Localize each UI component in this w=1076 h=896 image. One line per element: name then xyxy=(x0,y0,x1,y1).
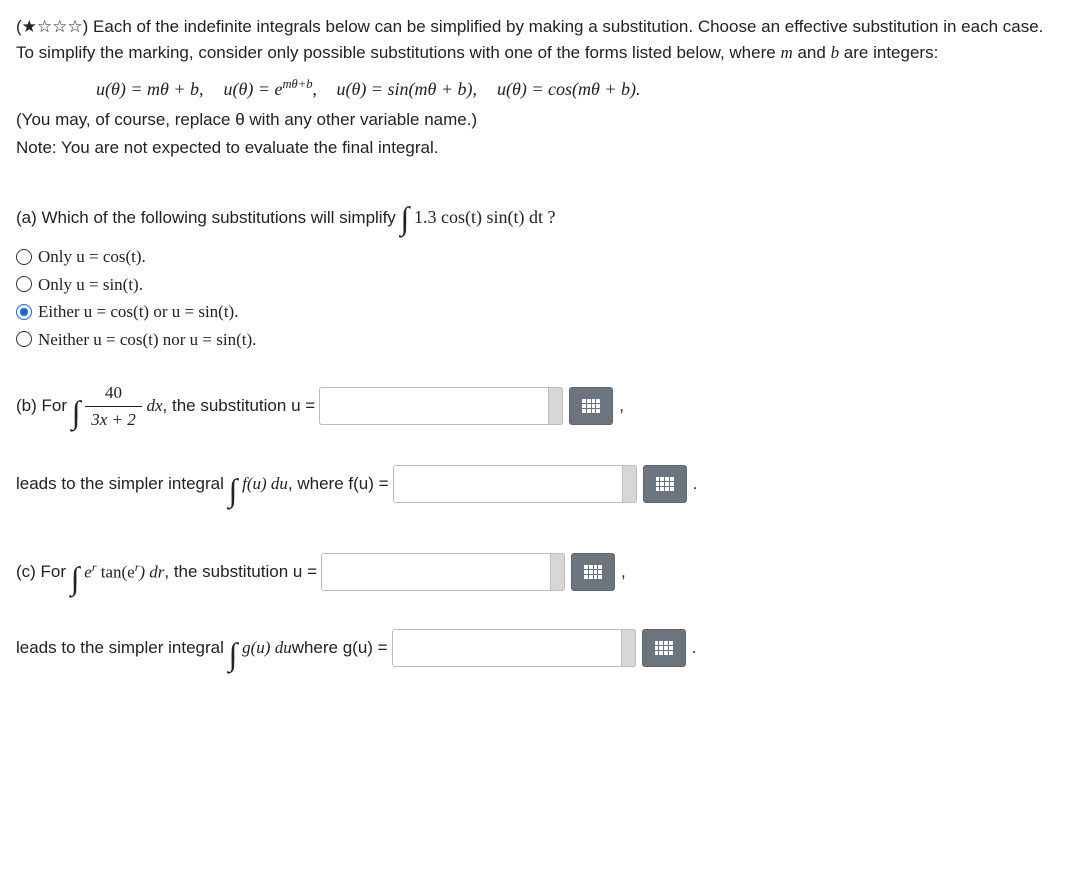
part-b-period: . xyxy=(693,471,698,497)
part-c-prefix: (c) For xyxy=(16,559,66,585)
keyboard-icon xyxy=(655,641,673,655)
input-resize-handle[interactable] xyxy=(622,629,636,667)
variable-replace-note: (You may, of course, replace θ with any … xyxy=(16,107,1060,133)
keyboard-button[interactable] xyxy=(642,629,686,667)
option-only-cos[interactable]: Only u = cos(t). xyxy=(16,244,1060,270)
keyboard-icon xyxy=(582,399,600,413)
radio-icon xyxy=(16,331,32,347)
part-a-question: (a) Which of the following substitutions… xyxy=(16,188,1060,236)
part-b-fu: f(u) du xyxy=(242,471,288,497)
part-b-fu-input[interactable] xyxy=(393,465,623,503)
part-b-substitution-row: (b) For ∫ 40 3x + 2 dx , the substitutio… xyxy=(16,380,1060,432)
part-a: (a) Which of the following substitutions… xyxy=(16,188,1060,352)
form-2-exp: mθ+b xyxy=(282,77,312,91)
keyboard-icon xyxy=(584,565,602,579)
input-resize-handle[interactable] xyxy=(623,465,637,503)
problem-intro: (★☆☆☆) Each of the indefinite integrals … xyxy=(16,14,1060,65)
part-b-u-input[interactable] xyxy=(319,387,549,425)
form-1: u(θ) = mθ + b, xyxy=(96,79,203,99)
part-c-integrand: er tan(er) dr xyxy=(84,559,164,585)
integral-sign-icon: ∫ xyxy=(401,200,410,236)
keyboard-button[interactable] xyxy=(569,387,613,425)
option-label: Only u = cos(t). xyxy=(38,244,146,270)
option-label: Neither u = cos(t) nor u = sin(t). xyxy=(38,327,256,353)
input-resize-handle[interactable] xyxy=(549,387,563,425)
fraction-denominator: 3x + 2 xyxy=(85,407,142,433)
part-c-tan: tan(e xyxy=(96,563,134,582)
form-4: u(θ) = cos(mθ + b). xyxy=(497,79,640,99)
difficulty-stars: (★☆☆☆) xyxy=(16,17,88,36)
part-c-gu-input-group xyxy=(392,629,686,667)
integral-sign-icon: ∫ xyxy=(229,630,238,678)
part-a-integrand: 1.3 cos(t) sin(t) dt ? xyxy=(414,207,555,227)
option-label: Only u = sin(t). xyxy=(38,272,143,298)
part-c-result-row: leads to the simpler integral ∫ g(u) du … xyxy=(16,624,1060,672)
part-b-where: , where f(u) = xyxy=(288,471,389,497)
intro-b: b xyxy=(831,43,840,62)
option-only-sin[interactable]: Only u = sin(t). xyxy=(16,272,1060,298)
part-b-u-input-group xyxy=(319,387,613,425)
keyboard-button[interactable] xyxy=(643,465,687,503)
part-b-dx: dx xyxy=(147,393,163,419)
fraction-numerator: 40 xyxy=(85,380,142,407)
part-c-substitution-row: (c) For ∫ er tan(er) dr , the substituti… xyxy=(16,548,1060,596)
part-c-gu-input[interactable] xyxy=(392,629,622,667)
input-resize-handle[interactable] xyxy=(551,553,565,591)
integral-sign-icon: ∫ xyxy=(72,388,81,436)
option-either[interactable]: Either u = cos(t) or u = sin(t). xyxy=(16,299,1060,325)
intro-text-end: are integers: xyxy=(844,43,939,62)
form-2-comma: , xyxy=(313,79,318,99)
part-b-sub-text: , the substitution u = xyxy=(163,393,316,419)
part-a-prefix: (a) Which of the following substitutions… xyxy=(16,208,396,227)
form-2-base: u(θ) = e xyxy=(223,79,282,99)
part-c-where: where g(u) = xyxy=(292,635,388,661)
part-c-comma: , xyxy=(621,559,626,585)
option-neither[interactable]: Neither u = cos(t) nor u = sin(t). xyxy=(16,327,1060,353)
integral-sign-icon: ∫ xyxy=(71,554,80,602)
keyboard-icon xyxy=(656,477,674,491)
part-c: (c) For ∫ er tan(er) dr , the substituti… xyxy=(16,548,1060,672)
evaluation-note: Note: You are not expected to evaluate t… xyxy=(16,135,1060,161)
form-3: u(θ) = sin(mθ + b), xyxy=(337,79,477,99)
part-a-options: Only u = cos(t). Only u = sin(t). Either… xyxy=(16,244,1060,352)
part-b-prefix: (b) For xyxy=(16,393,67,419)
radio-icon xyxy=(16,304,32,320)
form-2: u(θ) = emθ+b, xyxy=(223,79,321,99)
integral-sign-icon: ∫ xyxy=(229,466,238,514)
radio-icon xyxy=(16,249,32,265)
part-c-leads: leads to the simpler integral xyxy=(16,635,224,661)
part-b-comma: , xyxy=(619,393,624,419)
intro-and: and xyxy=(797,43,825,62)
part-b-leads: leads to the simpler integral xyxy=(16,471,224,497)
intro-m: m xyxy=(780,43,792,62)
part-c-gu: g(u) du xyxy=(242,635,292,661)
part-c-u-input[interactable] xyxy=(321,553,551,591)
part-b-fraction: 40 3x + 2 xyxy=(85,380,142,432)
radio-icon xyxy=(16,276,32,292)
part-b-fu-input-group xyxy=(393,465,687,503)
part-b-result-row: leads to the simpler integral ∫ f(u) du … xyxy=(16,460,1060,508)
part-c-sub-text: , the substitution u = xyxy=(164,559,317,585)
keyboard-button[interactable] xyxy=(571,553,615,591)
substitution-forms: u(θ) = mθ + b, u(θ) = emθ+b, u(θ) = sin(… xyxy=(16,75,1060,103)
part-c-e1: e xyxy=(84,563,92,582)
part-c-period: . xyxy=(692,635,697,661)
part-b: (b) For ∫ 40 3x + 2 dx , the substitutio… xyxy=(16,380,1060,508)
option-label: Either u = cos(t) or u = sin(t). xyxy=(38,299,238,325)
part-c-end: ) dr xyxy=(139,563,164,582)
part-c-u-input-group xyxy=(321,553,615,591)
